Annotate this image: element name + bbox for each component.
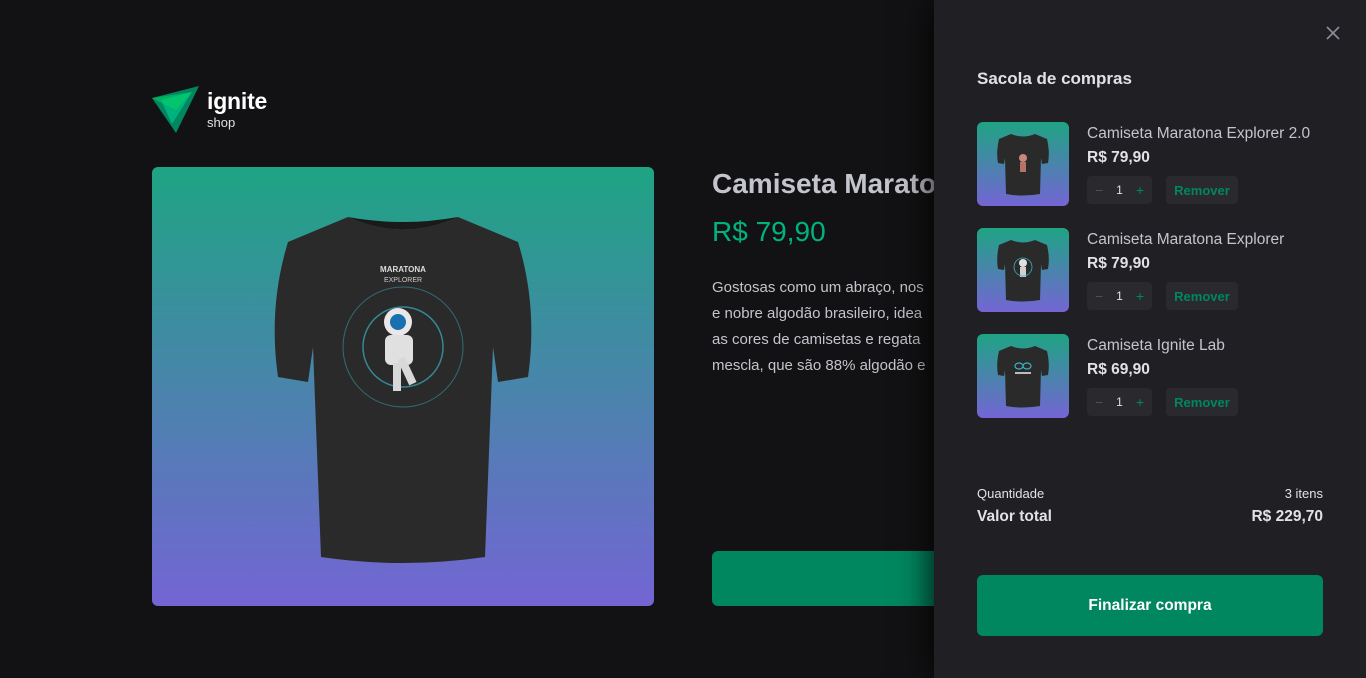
increase-button[interactable]: + — [1136, 289, 1144, 303]
cart-panel: Sacola de compras Camiseta Maratona Expl… — [934, 0, 1366, 678]
brand-logo[interactable]: ignite shop — [152, 86, 267, 134]
quantity-label: Quantidade — [977, 486, 1045, 501]
cart-title: Sacola de compras — [977, 69, 1132, 88]
close-icon[interactable] — [1324, 24, 1342, 42]
quantity-value: 1 — [1116, 395, 1123, 409]
cart-item-thumbnail — [977, 122, 1069, 206]
total-label: Valor total — [977, 508, 1052, 525]
cart-item-price: R$ 79,90 — [1087, 255, 1150, 272]
cart-item-thumbnail — [977, 334, 1069, 418]
quantity-total: 3 itens — [1284, 486, 1323, 501]
cart-item-name: Camiseta Maratona Explorer — [1087, 231, 1285, 248]
quantity-stepper: − 1 + — [1087, 388, 1152, 416]
total-value: R$ 229,70 — [1251, 508, 1323, 525]
cart-item: Camiseta Maratona Explorer 2.0 R$ 79,90 … — [977, 122, 1323, 206]
cart-list: Camiseta Maratona Explorer 2.0 R$ 79,90 … — [977, 122, 1323, 440]
remove-button[interactable]: Remover — [1166, 176, 1238, 204]
cart-item-thumbnail — [977, 228, 1069, 312]
cart-item-name: Camiseta Maratona Explorer 2.0 — [1087, 125, 1311, 142]
quantity-value: 1 — [1116, 289, 1123, 303]
quantity-value: 1 — [1116, 183, 1123, 197]
checkout-button[interactable]: Finalizar compra — [977, 575, 1323, 636]
ignite-logo-icon — [152, 86, 199, 133]
tshirt-thumbnail-icon — [997, 134, 1049, 196]
svg-text:EXPLORER: EXPLORER — [384, 277, 422, 284]
brand-sub: shop — [207, 115, 236, 130]
increase-button[interactable]: + — [1136, 395, 1144, 409]
decrease-button[interactable]: − — [1095, 183, 1103, 197]
brand-name: ignite — [207, 88, 268, 114]
cart-item-price: R$ 69,90 — [1087, 361, 1150, 378]
cart-item: Camiseta Ignite Lab R$ 69,90 − 1 + Remov… — [977, 334, 1323, 418]
remove-button[interactable]: Remover — [1166, 388, 1238, 416]
quantity-stepper: − 1 + — [1087, 176, 1152, 204]
cart-item-price: R$ 79,90 — [1087, 149, 1150, 166]
decrease-button[interactable]: − — [1095, 395, 1103, 409]
svg-text:MARATONA: MARATONA — [380, 265, 426, 274]
cart-item: Camiseta Maratona Explorer R$ 79,90 − 1 … — [977, 228, 1323, 312]
decrease-button[interactable]: − — [1095, 289, 1103, 303]
cart-item-name: Camiseta Ignite Lab — [1087, 337, 1225, 354]
tshirt-thumbnail-icon — [997, 346, 1049, 408]
tshirt-image: MARATONA EXPLORER — [274, 216, 532, 563]
remove-button[interactable]: Remover — [1166, 282, 1238, 310]
tshirt-thumbnail-icon — [997, 240, 1049, 302]
quantity-stepper: − 1 + — [1087, 282, 1152, 310]
increase-button[interactable]: + — [1136, 183, 1144, 197]
cart-summary: Quantidade 3 itens Valor total R$ 229,70 — [977, 484, 1323, 526]
product-image: MARATONA EXPLORER — [152, 167, 654, 606]
